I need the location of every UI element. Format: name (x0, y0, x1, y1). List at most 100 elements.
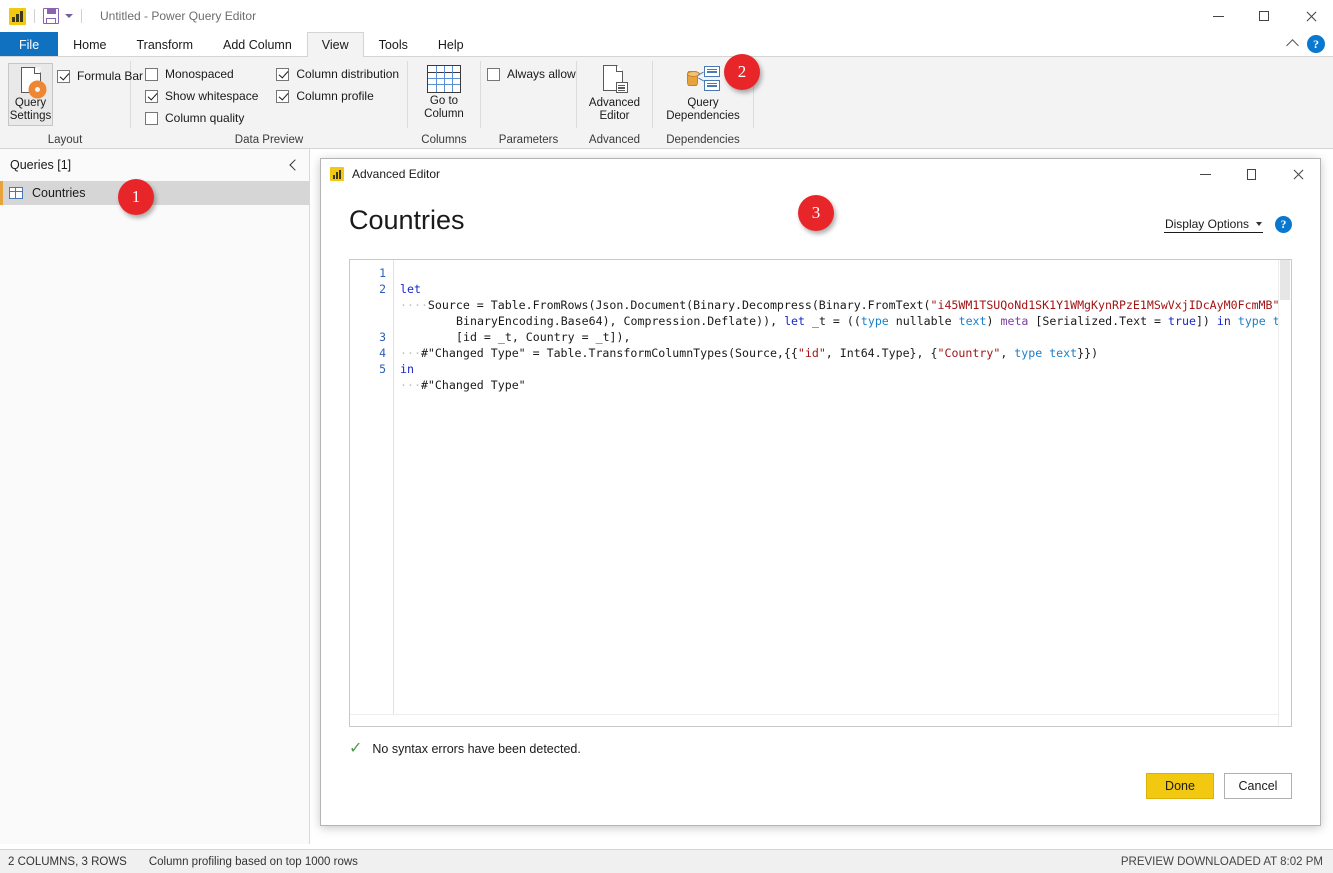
checkbox-always-allow-label: Always allow (507, 67, 576, 81)
checkbox-column-quality[interactable]: Column quality (145, 107, 258, 129)
code-keyword-meta: meta (1000, 314, 1028, 328)
code-indent: ··· (400, 378, 421, 392)
maximize-icon (1247, 169, 1256, 180)
annotation-badge-2: 2 (724, 54, 760, 90)
tab-view[interactable]: View (307, 32, 364, 57)
line-number-blank (350, 297, 393, 313)
code-keyword-text: text (1049, 346, 1077, 360)
checkbox-monospaced[interactable]: Monospaced (145, 63, 258, 85)
ribbon-group-columns: Go to Column Columns (408, 57, 480, 149)
check-icon: ✓ (349, 741, 362, 757)
query-dependencies-label-line1: Query (687, 97, 718, 110)
dialog-close-button[interactable] (1274, 159, 1320, 189)
go-to-column-label-line1: Go to (430, 95, 458, 108)
divider (34, 9, 35, 23)
syntax-status-text: No syntax errors have been detected. (372, 742, 580, 756)
tab-transform[interactable]: Transform (122, 32, 209, 56)
done-button[interactable]: Done (1146, 773, 1214, 799)
checkbox-icon (276, 90, 289, 103)
line-number: 4 (350, 345, 393, 361)
code-line-3: ···#"Changed Type" = Table.TransformColu… (400, 345, 1291, 361)
ribbon-group-layout: Query Settings Formula Bar Layout (0, 57, 130, 149)
collapse-ribbon-chevron-up-icon[interactable] (1286, 39, 1299, 52)
checkbox-icon (276, 68, 289, 81)
dialog-maximize-button[interactable] (1228, 159, 1274, 189)
ribbon-group-label-columns: Columns (408, 131, 480, 149)
title-bar: Untitled - Power Query Editor (0, 0, 1333, 32)
status-bar: 2 COLUMNS, 3 ROWS Column profiling based… (0, 849, 1333, 873)
code-string-base64: "i45WM1TSUQoNd1SK1Y1WMgKynRPzE1MSwVxjIDc… (930, 298, 1279, 312)
go-to-column-button[interactable]: Go to Column (416, 63, 472, 121)
checkbox-monospaced-label: Monospaced (165, 67, 234, 81)
status-columns-rows: 2 COLUMNS, 3 ROWS (8, 856, 127, 868)
code-vertical-scrollbar[interactable] (1278, 260, 1291, 726)
checkbox-always-allow[interactable]: Always allow (487, 63, 576, 85)
ribbon-group-label-layout: Layout (0, 131, 130, 149)
quick-access-chevron-down-icon[interactable] (65, 14, 73, 18)
dialog-minimize-button[interactable] (1182, 159, 1228, 189)
help-icon[interactable]: ? (1307, 35, 1325, 53)
code-text-a: #"Changed Type" = Table.TransformColumnT… (421, 346, 798, 360)
query-settings-button[interactable]: Query Settings (8, 63, 53, 126)
code-horizontal-scrollbar[interactable] (350, 714, 1278, 726)
divider (81, 9, 82, 23)
advanced-editor-icon (601, 65, 629, 95)
tab-file[interactable]: File (0, 32, 58, 56)
tab-tools[interactable]: Tools (364, 32, 423, 56)
code-line-2-wrap-1: BinaryEncoding.Base64), Compression.Defl… (400, 313, 1291, 329)
advanced-editor-label-line1: Advanced (589, 97, 640, 110)
dialog-heading: Countries (349, 203, 465, 237)
collapse-pane-chevron-left-icon[interactable] (289, 159, 300, 170)
checkbox-column-quality-label: Column quality (165, 111, 244, 125)
tab-help[interactable]: Help (423, 32, 479, 56)
queries-pane-header: Queries [1] (0, 149, 309, 181)
dialog-buttons: Done Cancel (1146, 757, 1320, 799)
code-keyword-in: in (1217, 314, 1231, 328)
checkbox-column-distribution[interactable]: Column distribution (276, 63, 399, 85)
code-editor[interactable]: 1 2 3 4 5 let····Source = Table.FromRows… (349, 259, 1292, 727)
code-text-a: Source = Table.FromRows(Json.Document(Bi… (428, 298, 931, 312)
code-text-e: [Serialized.Text = (1028, 314, 1168, 328)
window-controls (1195, 0, 1333, 32)
query-list-item-label: Countries (32, 186, 86, 200)
queries-pane-title: Queries [1] (10, 158, 71, 172)
checkbox-column-profile[interactable]: Column profile (276, 85, 399, 107)
code-text-c: nullable (889, 314, 959, 328)
checkbox-show-whitespace-label: Show whitespace (165, 89, 258, 103)
ribbon-group-label-advanced: Advanced (577, 131, 652, 149)
query-settings-icon (18, 67, 44, 97)
advanced-editor-label-line2: Editor (599, 110, 629, 123)
tab-add-column[interactable]: Add Column (208, 32, 307, 56)
ribbon-group-parameters: Always allow Parameters (481, 57, 576, 149)
code-line-5: ···#"Changed Type" (400, 377, 1291, 393)
code-line-4: in (400, 361, 1291, 377)
tab-home[interactable]: Home (58, 32, 121, 56)
close-icon (1305, 11, 1316, 22)
minimize-button[interactable] (1195, 0, 1241, 32)
checkbox-show-whitespace[interactable]: Show whitespace (145, 85, 258, 107)
minimize-icon (1213, 16, 1224, 17)
display-options-dropdown[interactable]: Display Options (1164, 217, 1263, 233)
advanced-editor-button[interactable]: Advanced Editor (586, 63, 644, 123)
code-string-id: "id" (798, 346, 826, 360)
scrollbar-thumb[interactable] (1280, 260, 1290, 300)
maximize-icon (1259, 11, 1269, 21)
status-profiling: Column profiling based on top 1000 rows (149, 856, 358, 868)
checkbox-column-distribution-label: Column distribution (296, 67, 399, 81)
ribbon-group-label-data-preview: Data Preview (131, 131, 407, 149)
code-text-c: , (1000, 346, 1014, 360)
go-to-column-label-line2: Column (424, 108, 464, 121)
close-button[interactable] (1287, 0, 1333, 32)
cancel-button[interactable]: Cancel (1224, 773, 1292, 799)
save-icon[interactable] (43, 8, 59, 24)
maximize-button[interactable] (1241, 0, 1287, 32)
line-number-gutter: 1 2 3 4 5 (350, 260, 394, 726)
dialog-help-icon[interactable]: ? (1275, 216, 1292, 233)
code-text[interactable]: let····Source = Table.FromRows(Json.Docu… (394, 260, 1291, 726)
ribbon-group-data-preview: Monospaced Show whitespace Column qualit… (131, 57, 407, 149)
code-text-f: ]) (1196, 314, 1217, 328)
ribbon-group-label-parameters: Parameters (481, 131, 576, 149)
query-list-item-countries[interactable]: Countries (0, 181, 309, 205)
code-line-1: let (400, 281, 1291, 297)
display-options-label: Display Options (1165, 217, 1249, 231)
